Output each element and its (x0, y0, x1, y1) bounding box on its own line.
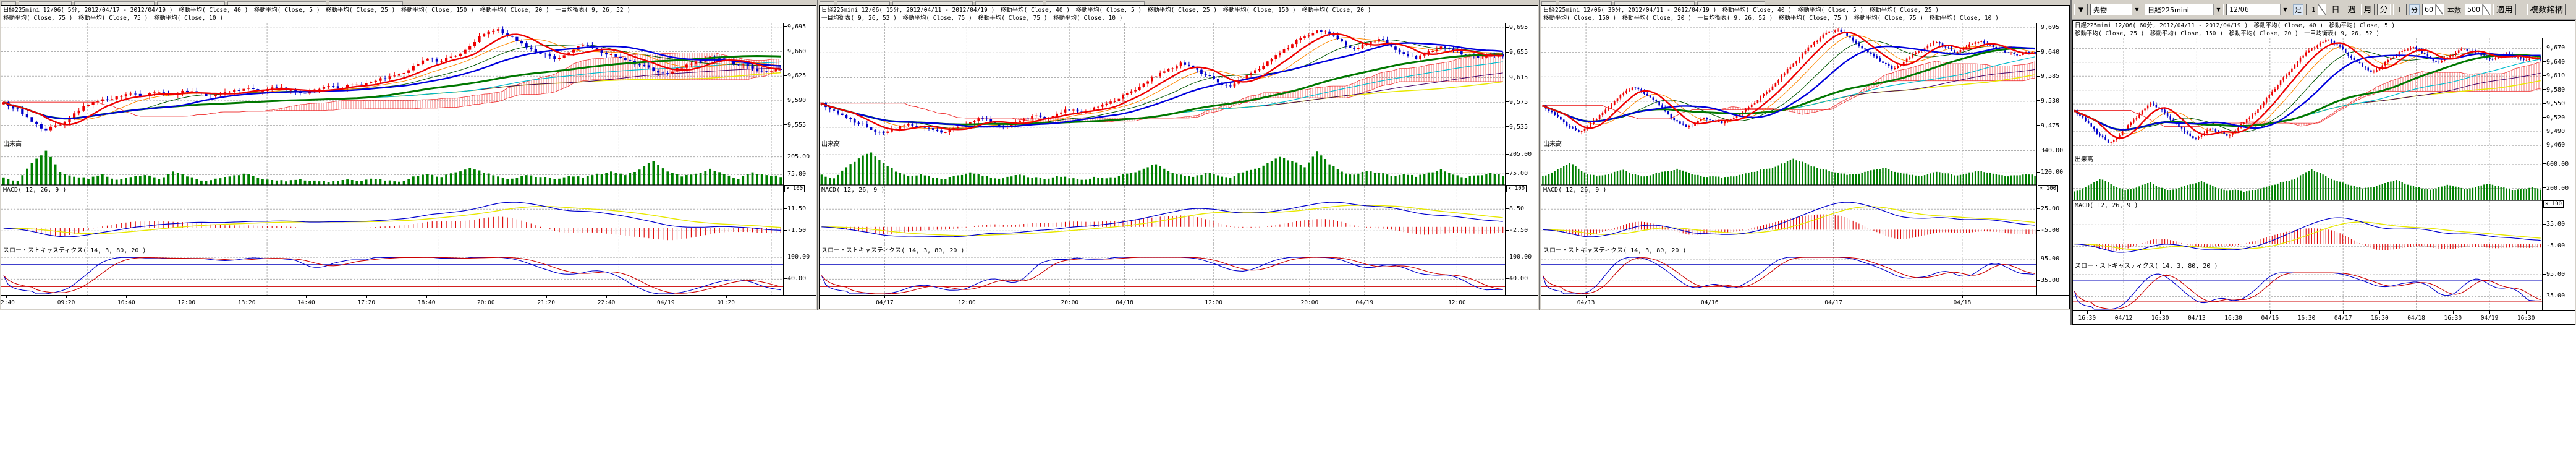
price-axis: 9,6959,6409,5859,5309,475 (2037, 23, 2069, 138)
multi-symbol-button[interactable]: 複数銘柄 (2527, 4, 2566, 15)
stochastics-chart: スロー・ストキャスティクス( 14, 3, 80, 20 ) (1, 244, 784, 295)
chart-window-60min: ▼ 先物 ▼ 日経225mini ▼ 12/06 ▼ 足 1 日 週 月 分 T (2070, 0, 2576, 325)
stochastics-axis: 95.0035.00 (2037, 244, 2069, 295)
clipped-toolbar (0, 0, 817, 5)
stochastics-axis: 95.0035.00 (2543, 260, 2575, 310)
stochastics-chart: スロー・ストキャスティクス( 14, 3, 80, 20 ) (2073, 260, 2543, 310)
chart-title-line2: 移動平均( Close, 75 ) 移動平均( Close, 75 ) 移動平均… (3, 14, 815, 22)
category-select[interactable]: 先物 ▼ (2090, 4, 2142, 15)
apply-button[interactable]: 適用 (2493, 4, 2516, 15)
price-chart (820, 23, 1506, 138)
macd-axis: 8.50-2.50 (1506, 186, 1538, 244)
chart-title-line2: 移動平均( Close, 25 ) 移動平均( Close, 150 ) 移動平… (2075, 30, 2574, 38)
symbol-select[interactable]: 日経225mini ▼ (2145, 4, 2224, 15)
volume-chart: 出来高 (1541, 138, 2037, 186)
count-stepper[interactable]: 500 (2465, 4, 2491, 15)
collapse-toolbar-button[interactable]: ▼ (2074, 4, 2088, 15)
volume-axis: × 100 205.0075.00 (784, 138, 816, 186)
stochastics-label: スロー・ストキャスティクス( 14, 3, 80, 20 ) (1543, 245, 1686, 254)
period-minute-button[interactable]: 分 (2377, 4, 2391, 15)
period-monthly-button[interactable]: 月 (2361, 4, 2375, 15)
clipped-toolbar (818, 0, 1539, 5)
macd-chart: MACD( 12, 26, 9 ) (1, 186, 784, 244)
volume-label: 出来高 (3, 139, 22, 148)
volume-axis: × 100 340.00120.00 (2037, 138, 2069, 186)
spin-button[interactable] (2318, 4, 2326, 15)
volume-chart: 出来高 (820, 138, 1506, 186)
volume-axis: × 100 600.00200.00 (2543, 153, 2575, 202)
volume-label: 出来高 (1543, 139, 1562, 148)
stochastics-label: スロー・ストキャスティクス( 14, 3, 80, 20 ) (3, 245, 146, 254)
dropdown-arrow-icon: ▼ (2132, 4, 2142, 15)
macd-axis: 35.00-5.00 (2543, 202, 2575, 260)
chart-title-line2: 移動平均( Close, 150 ) 移動平均( Close, 20 ) 一目均… (1543, 14, 2068, 22)
stochastics-chart: スロー・ストキャスティクス( 14, 3, 80, 20 ) (1541, 244, 2037, 295)
stochastics-label: スロー・ストキャスティクス( 14, 3, 80, 20 ) (821, 245, 964, 254)
stochastics-axis: 100.0040.00 (1506, 244, 1538, 295)
macd-chart: MACD( 12, 26, 9 ) (820, 186, 1506, 244)
chart-header: 日経225mini 12/06( 5分, 2012/04/17 - 2012/0… (1, 6, 816, 23)
spin-button[interactable] (2482, 4, 2490, 15)
stochastics-label: スロー・ストキャスティクス( 14, 3, 80, 20 ) (2075, 260, 2218, 270)
volume-label: 出来高 (2075, 154, 2093, 163)
price-chart (1, 23, 784, 138)
chart-header: 日経225mini 12/06( 15分, 2012/04/11 - 2012/… (820, 6, 1538, 23)
stochastics-axis: 100.0040.00 (784, 244, 816, 295)
volume-multiplier: × 100 (2038, 185, 2058, 192)
volume-axis: × 100 205.0075.00 (1506, 138, 1538, 186)
volume-multiplier: × 100 (1506, 185, 1527, 192)
minute-label: 分 (2409, 4, 2420, 15)
chart-title-line1: 日経225mini 12/06( 5分, 2012/04/17 - 2012/0… (3, 6, 815, 14)
macd-axis: 11.50-1.50 (784, 186, 816, 244)
macd-axis: 25.00-5.00 (2037, 186, 2069, 244)
time-axis: 04/1304/1604/1704/18 (1541, 295, 2069, 309)
price-chart (2073, 38, 2543, 153)
dropdown-arrow-icon: ▼ (2280, 4, 2290, 15)
price-chart (1541, 23, 2037, 138)
time-axis: 04/1712:0020:0004/1812:0020:0004/1912:00 (820, 295, 1538, 309)
volume-multiplier: × 100 (2543, 200, 2564, 208)
chart-header: 日経225mini 12/06( 60分, 2012/04/11 - 2012/… (2073, 21, 2575, 38)
chart-window-15min: 日経225mini 12/06( 15分, 2012/04/11 - 2012/… (817, 0, 1539, 310)
trading-app-screen: 日経225mini 12/06( 5分, 2012/04/17 - 2012/0… (0, 0, 2576, 475)
volume-multiplier: × 100 (784, 185, 805, 192)
chart-title-line1: 日経225mini 12/06( 60分, 2012/04/11 - 2012/… (2075, 22, 2574, 30)
minute-stepper[interactable]: 60 (2422, 4, 2444, 15)
volume-chart: 出来高 (1, 138, 784, 186)
price-axis: 9,6959,6559,6159,5759,535 (1506, 23, 1538, 138)
chart-title-line2: 一目均衡表( 9, 26, 52 ) 移動平均( Close, 75 ) 移動平… (821, 14, 1536, 22)
stochastics-chart: スロー・ストキャスティクス( 14, 3, 80, 20 ) (820, 244, 1506, 295)
contract-select[interactable]: 12/06 ▼ (2226, 4, 2290, 15)
macd-label: MACD( 12, 26, 9 ) (821, 187, 884, 194)
bar-label: 足 (2293, 4, 2303, 15)
price-axis: 9,6709,6409,6109,5809,5509,5209,4909,460 (2543, 38, 2575, 153)
bar-count-stepper[interactable]: 1 (2306, 4, 2326, 15)
time-axis: 22:4009:2010:4012:0013:2014:4017:2018:40… (1, 295, 816, 309)
period-tick-button[interactable]: T (2393, 4, 2407, 15)
period-daily-button[interactable]: 日 (2329, 4, 2342, 15)
macd-label: MACD( 12, 26, 9 ) (2075, 202, 2138, 209)
spin-button[interactable] (2435, 4, 2443, 15)
macd-chart: MACD( 12, 26, 9 ) (1541, 186, 2037, 244)
macd-chart: MACD( 12, 26, 9 ) (2073, 202, 2543, 260)
chart-toolbar: ▼ 先物 ▼ 日経225mini ▼ 12/06 ▼ 足 1 日 週 月 分 T (2072, 0, 2576, 20)
chart-window-30min: 日経225mini 12/06( 30分, 2012/04/11 - 2012/… (1539, 0, 2070, 310)
chart-window-5min: 日経225mini 12/06( 5分, 2012/04/17 - 2012/0… (0, 0, 817, 310)
volume-label: 出来高 (821, 139, 840, 148)
macd-label: MACD( 12, 26, 9 ) (1543, 187, 1606, 194)
count-label: 本数 (2446, 5, 2462, 15)
chart-title-line1: 日経225mini 12/06( 15分, 2012/04/11 - 2012/… (821, 6, 1536, 14)
period-weekly-button[interactable]: 週 (2345, 4, 2358, 15)
dropdown-arrow-icon: ▼ (2213, 4, 2223, 15)
chart-title-line1: 日経225mini 12/06( 30分, 2012/04/11 - 2012/… (1543, 6, 2068, 14)
macd-label: MACD( 12, 26, 9 ) (3, 187, 66, 194)
volume-chart: 出来高 (2073, 153, 2543, 202)
chart-header: 日経225mini 12/06( 30分, 2012/04/11 - 2012/… (1541, 6, 2069, 23)
clipped-toolbar (1540, 0, 2070, 5)
price-axis: 9,6959,6609,6259,5909,555 (784, 23, 816, 138)
time-axis: 16:3004/1216:3004/1316:3004/1616:3004/17… (2073, 310, 2575, 324)
